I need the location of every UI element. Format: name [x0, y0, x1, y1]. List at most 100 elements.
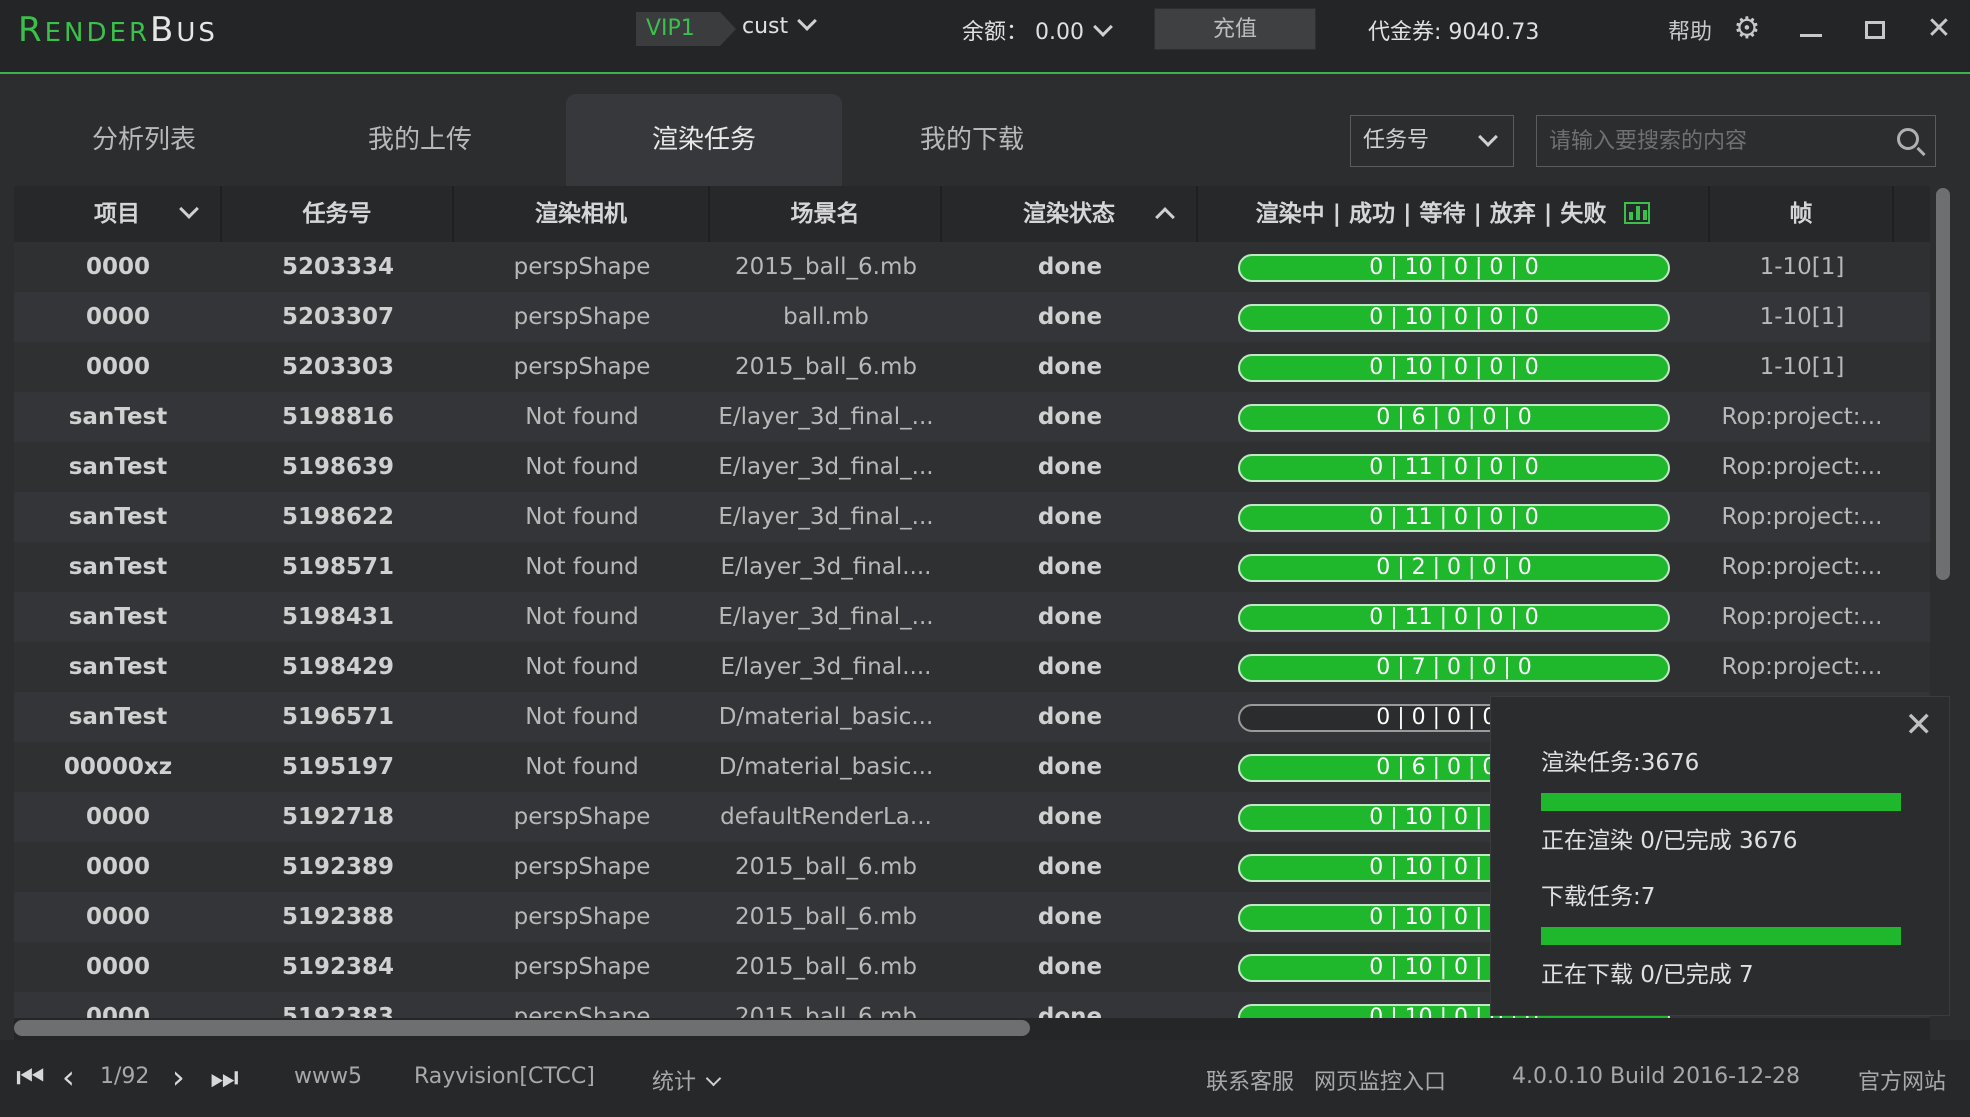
progress-bar: 0 | 6 | 0 | 0 | 0 — [1238, 404, 1670, 432]
balance-dropdown[interactable]: 余额： 0.00 — [962, 14, 1113, 46]
cell-project: 0000 — [85, 954, 150, 980]
table-row[interactable]: sanTest 5198622 Not found E/layer_3d_final_… — [14, 492, 1930, 542]
cell-camera: perspShape — [513, 304, 651, 330]
cell-scene: D/material_basic... — [718, 754, 934, 780]
table-row[interactable]: sanTest 5198639 Not found E/layer_3d_final_… — [14, 442, 1930, 492]
column-project[interactable]: 项目 — [14, 186, 222, 242]
cell-status: done — [1037, 454, 1103, 480]
maximize-icon[interactable] — [1858, 12, 1892, 46]
prev-page-button[interactable]: ‹ — [62, 1058, 75, 1096]
cell-status: done — [1037, 654, 1103, 680]
tab-uploads[interactable]: 我的上传 — [282, 94, 558, 186]
status-bar: ⏮ ‹ 1/92 › ⏭ www5 Rayvision[CTCC] 统计 联系客… — [0, 1040, 1970, 1117]
cell-project: 0000 — [85, 354, 150, 380]
page-indicator: 1/92 — [100, 1064, 150, 1089]
column-frames[interactable]: 帧 — [1710, 186, 1894, 242]
version-label: 4.0.0.10 Build 2016-12-28 — [1512, 1064, 1801, 1089]
cell-scene: D/material_basic... — [718, 704, 934, 730]
cell-task-id: 5203334 — [281, 254, 395, 280]
monitor-link[interactable]: 网页监控入口 — [1314, 1064, 1446, 1096]
column-task-id[interactable]: 任务号 — [222, 186, 454, 242]
task-summary-popup: ✕ 渲染任务:3676 正在渲染 0/已完成 3676 下载任务:7 正在下载 … — [1490, 696, 1950, 1016]
column-scene[interactable]: 场景名 — [710, 186, 942, 242]
table-row[interactable]: sanTest 5198431 Not found E/layer_3d_final_… — [14, 592, 1930, 642]
cell-status: done — [1037, 254, 1103, 280]
cell-frames: Rop:project:... — [1721, 554, 1883, 580]
cell-project: sanTest — [68, 504, 168, 530]
search-type-select[interactable]: 任务号 — [1350, 115, 1514, 167]
cell-scene: 2015_ball_6.mb — [735, 254, 917, 280]
render-progress-bar — [1541, 793, 1901, 811]
table-row[interactable]: sanTest 5198816 Not found E/layer_3d_final_… — [14, 392, 1930, 442]
cell-scene: 2015_ball_6.mb — [735, 854, 917, 880]
cell-camera: perspShape — [513, 254, 651, 280]
cell-scene: defaultRenderLa... — [720, 804, 932, 830]
column-progress[interactable]: 渲染中 | 成功 | 等待 | 放弃 | 失败 — [1198, 186, 1710, 242]
search-icon[interactable] — [1897, 128, 1919, 150]
cell-camera: Not found — [525, 504, 639, 530]
cell-scene: E/layer_3d_final_... — [718, 604, 934, 630]
gear-icon[interactable]: ⚙ — [1730, 12, 1764, 46]
table-row[interactable]: sanTest 5198429 Not found E/layer_3d_final.… — [14, 642, 1930, 692]
recharge-button[interactable]: 充值 — [1154, 8, 1316, 50]
cell-scene: E/layer_3d_final_... — [718, 454, 934, 480]
tab-render-tasks[interactable]: 渲染任务 — [566, 94, 842, 186]
cell-scene: ball.mb — [783, 304, 869, 330]
next-page-button[interactable]: › — [172, 1058, 185, 1096]
cell-project: 00000xz — [63, 754, 173, 780]
cell-status: done — [1037, 554, 1103, 580]
scrollbar-thumb[interactable] — [14, 1020, 1030, 1036]
cell-status: done — [1037, 904, 1103, 930]
cell-task-id: 5198622 — [281, 504, 395, 530]
cell-project: 0000 — [85, 804, 150, 830]
minimize-icon[interactable] — [1794, 12, 1828, 46]
chevron-down-icon — [1093, 17, 1113, 37]
website-link[interactable]: 官方网站 — [1858, 1064, 1946, 1096]
cell-frames: Rop:project:... — [1721, 404, 1883, 430]
cell-status: done — [1037, 404, 1103, 430]
search-box — [1536, 115, 1936, 167]
bar-chart-icon[interactable] — [1624, 202, 1651, 224]
cell-status: done — [1037, 604, 1103, 630]
column-camera[interactable]: 渲染相机 — [454, 186, 710, 242]
horizontal-scrollbar[interactable] — [14, 1018, 1930, 1040]
chevron-down-icon — [1478, 127, 1498, 147]
first-page-button[interactable]: ⏮ — [16, 1058, 45, 1097]
cell-camera: Not found — [525, 554, 639, 580]
table-row[interactable]: sanTest 5198571 Not found E/layer_3d_final.… — [14, 542, 1930, 592]
close-icon[interactable]: ✕ — [1905, 705, 1934, 745]
last-page-button[interactable]: ⏭ — [210, 1058, 239, 1097]
username: cust — [742, 14, 789, 39]
cell-status: done — [1037, 304, 1103, 330]
progress-bar: 0 | 11 | 0 | 0 | 0 — [1238, 604, 1670, 632]
cell-camera: perspShape — [513, 904, 651, 930]
search-input[interactable] — [1537, 116, 1877, 166]
support-link[interactable]: 联系客服 — [1206, 1064, 1294, 1096]
stats-dropdown[interactable]: 统计 — [652, 1064, 722, 1096]
cell-camera: Not found — [525, 454, 639, 480]
cell-project: sanTest — [68, 454, 168, 480]
tab-downloads[interactable]: 我的下载 — [834, 94, 1110, 186]
cell-camera: Not found — [525, 654, 639, 680]
table-row[interactable]: 0000 5203303 perspShape 2015_ball_6.mb done 1… — [14, 342, 1930, 392]
cell-camera: Not found — [525, 604, 639, 630]
cell-project: 0000 — [85, 254, 150, 280]
user-dropdown[interactable]: cust — [742, 11, 818, 39]
cell-project: sanTest — [68, 704, 168, 730]
cell-task-id: 5203307 — [281, 304, 395, 330]
close-icon[interactable]: ✕ — [1922, 12, 1956, 46]
cell-camera: Not found — [525, 404, 639, 430]
cell-task-id: 5198431 — [281, 604, 395, 630]
cell-project: 0000 — [85, 1004, 150, 1018]
cell-status: done — [1037, 504, 1103, 530]
column-status[interactable]: 渲染状态 — [942, 186, 1198, 242]
help-link[interactable]: 帮助 — [1668, 14, 1712, 46]
chevron-down-icon — [179, 199, 199, 219]
tab-analysis[interactable]: 分析列表 — [6, 94, 282, 186]
cell-status: done — [1037, 754, 1103, 780]
table-row[interactable]: 0000 5203334 perspShape 2015_ball_6.mb done 1… — [14, 242, 1930, 292]
cell-project: 0000 — [85, 904, 150, 930]
scrollbar-thumb[interactable] — [1936, 188, 1950, 580]
cell-camera: perspShape — [513, 354, 651, 380]
table-row[interactable]: 0000 5203307 perspShape ball.mb done 1-10[1] 0… — [14, 292, 1930, 342]
